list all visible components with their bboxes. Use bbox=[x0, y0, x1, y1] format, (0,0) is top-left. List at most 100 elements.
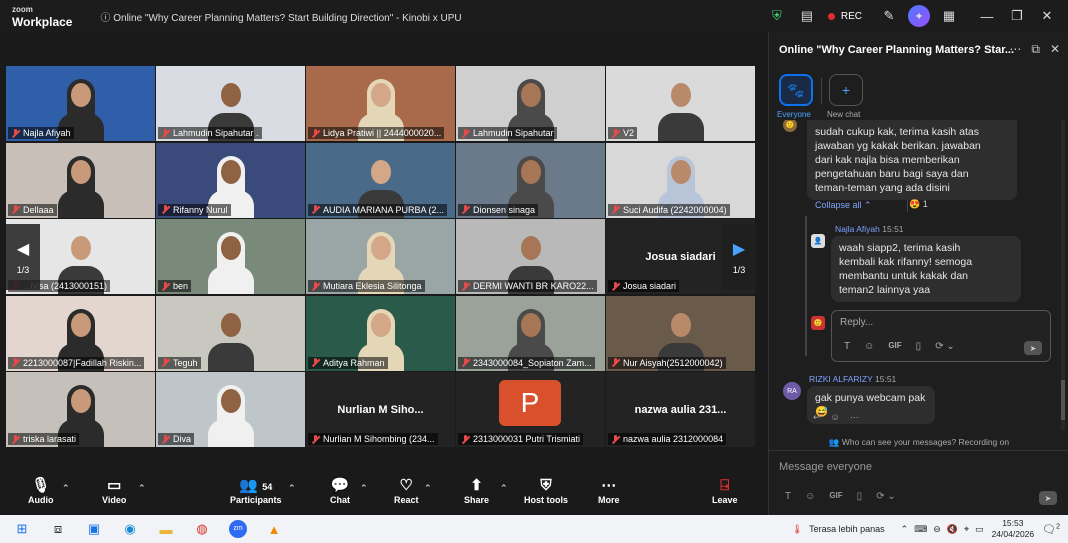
leave-button[interactable]: ⍈ Leave bbox=[712, 477, 738, 505]
participant-tile[interactable]: V2 bbox=[606, 66, 755, 141]
participant-tile[interactable]: Najla Afiyah bbox=[6, 66, 155, 141]
reply-input[interactable]: Reply... bbox=[840, 317, 873, 328]
participant-tile[interactable]: DERMI WANTI BR KARO22... bbox=[456, 219, 605, 294]
participant-tile[interactable]: Suci Audifa (2242000004) bbox=[606, 142, 755, 218]
annotate-icon[interactable]: ✎ bbox=[874, 4, 904, 28]
file-explorer-icon[interactable]: ▬ bbox=[152, 518, 180, 540]
participant-tile[interactable]: AUDIA MARIANA PURBA (2... bbox=[306, 142, 455, 218]
start-icon[interactable]: ⊞ bbox=[8, 518, 36, 540]
react-options-caret[interactable]: ⌃ bbox=[424, 483, 432, 494]
pop-out-icon[interactable]: ⧉ bbox=[1031, 42, 1040, 57]
tab-everyone[interactable]: 🐾 bbox=[779, 74, 813, 106]
restore-icon[interactable]: ❐ bbox=[1002, 4, 1032, 28]
collapse-all-link[interactable]: Collapse all ⌃ bbox=[815, 200, 872, 211]
more-icon[interactable]: ⋯ bbox=[850, 412, 859, 423]
close-icon[interactable]: ✕ bbox=[1032, 4, 1062, 28]
location-icon[interactable]: ⌖ bbox=[964, 524, 969, 535]
participant-tile[interactable]: P 2313000031 Putri Trismiati bbox=[456, 372, 605, 447]
weather-text[interactable]: Terasa lebih panas bbox=[809, 524, 885, 534]
file-icon[interactable]: ▯ bbox=[857, 491, 863, 502]
react-button[interactable]: ♡ React bbox=[394, 477, 419, 505]
battery-icon[interactable]: ▭ bbox=[975, 524, 984, 535]
notes-icon[interactable]: ▤ bbox=[792, 4, 822, 28]
participant-tile[interactable]: Nur Aisyah(2512000042) bbox=[606, 295, 755, 371]
vlc-icon[interactable]: ▲ bbox=[260, 518, 288, 540]
msg1-line: pengetahuan baru bagi saya dan bbox=[815, 168, 969, 180]
video-options-caret[interactable]: ⌃ bbox=[138, 483, 146, 494]
recording-indicator[interactable]: REC bbox=[827, 11, 862, 22]
apps-icon[interactable]: ▦ bbox=[934, 4, 964, 28]
send-reply-button[interactable]: ➤ bbox=[1024, 341, 1042, 355]
more-options-icon[interactable]: ⋯ bbox=[1009, 42, 1021, 57]
audio-button[interactable]: 🎙 Audio bbox=[28, 477, 54, 505]
participant-tile[interactable]: Teguh bbox=[156, 295, 305, 371]
participant-tile[interactable]: Lahmudin Sipahutar bbox=[456, 66, 605, 141]
participant-tile[interactable]: Mutiara Eklesia Silitonga bbox=[306, 219, 455, 294]
chat-panel-title: Online "Why Career Planning Matters? Sta… bbox=[779, 44, 1015, 56]
share-options-caret[interactable]: ⌃ bbox=[500, 483, 508, 494]
participant-tile[interactable]: ben bbox=[156, 219, 305, 294]
participant-tile[interactable]: Dellaaa bbox=[6, 142, 155, 218]
participant-tile[interactable]: Lidya Pratiwi || 2444000020... bbox=[306, 66, 455, 141]
chat-message-rifanny[interactable]: sudah cukup kak, terima kasih atas jawab… bbox=[807, 120, 1017, 200]
participant-tile[interactable]: Nurlian M Siho... Nurlian M Sihombing (23… bbox=[306, 372, 455, 447]
participant-tile[interactable]: triska larasati bbox=[6, 372, 155, 447]
participant-tile[interactable]: nazwa aulia 231... nazwa aulia 2312000084 bbox=[606, 372, 755, 447]
close-chat-icon[interactable]: ✕ bbox=[1050, 42, 1060, 57]
message-input[interactable]: Message everyone bbox=[779, 461, 872, 473]
emoji-icon[interactable]: ☺ bbox=[805, 491, 815, 502]
task-view-icon[interactable]: ⧈ bbox=[44, 518, 72, 540]
edge-icon[interactable]: ◉ bbox=[116, 518, 144, 540]
video-button[interactable]: ▭ Video bbox=[102, 477, 126, 505]
screenshot-icon[interactable]: ⟳ ⌄ bbox=[935, 341, 955, 352]
chat-message-najla[interactable]: waah siapp2, terima kasih kembali kak ri… bbox=[831, 236, 1021, 302]
meeting-title[interactable]: ⓘ Online "Why Career Planning Matters? S… bbox=[100, 9, 461, 24]
network-icon[interactable]: ⌨ bbox=[914, 524, 927, 535]
participant-name-label: Dellaaa bbox=[8, 203, 57, 216]
minimize-icon[interactable]: — bbox=[972, 4, 1002, 28]
chat-button[interactable]: 💬 Chat bbox=[330, 477, 350, 505]
weather-icon[interactable]: 🌡 bbox=[792, 524, 803, 535]
file-icon[interactable]: ▯ bbox=[916, 341, 922, 352]
chrome-icon[interactable]: ◍ bbox=[188, 518, 216, 540]
participant-tile[interactable]: Dionsen sinaga bbox=[456, 142, 605, 218]
text-format-icon[interactable]: T bbox=[785, 491, 791, 502]
screenshot-icon[interactable]: ⟳ ⌄ bbox=[876, 491, 896, 502]
send-message-button[interactable]: ➤ bbox=[1039, 491, 1057, 505]
tab-new-chat[interactable]: + bbox=[829, 74, 863, 106]
gallery-next-page[interactable]: ▶ 1/3 bbox=[722, 224, 756, 290]
reply-box[interactable]: Reply... T ☺ GIF ▯ ⟳ ⌄ ➤ bbox=[831, 310, 1051, 362]
participant-tile[interactable]: 2213000087|Fadillah Riskin... bbox=[6, 295, 155, 371]
chat-visibility-notice[interactable]: 👥 Who can see your messages? Recording o… bbox=[769, 437, 1068, 448]
reaction-badge[interactable]: 😍 1 bbox=[909, 199, 928, 210]
zoom-taskbar-icon[interactable]: zm bbox=[224, 518, 252, 540]
participant-tile[interactable]: 2343000084_Sopiaton Zam... bbox=[456, 295, 605, 371]
host-tools-button[interactable]: ⛨ Host tools bbox=[524, 477, 568, 505]
ai-companion-icon[interactable]: ✦ bbox=[904, 4, 934, 28]
system-clock[interactable]: 15:53 24/04/2026 bbox=[992, 518, 1035, 540]
text-format-icon[interactable]: T bbox=[844, 341, 850, 352]
emoji-icon[interactable]: ☺ bbox=[864, 341, 874, 352]
gif-icon[interactable]: GIF bbox=[888, 341, 901, 352]
participant-tile[interactable]: Lahmudin Sipahutar . bbox=[156, 66, 305, 141]
mute-icon[interactable]: 🔇 bbox=[947, 524, 958, 535]
share-button[interactable]: ⬆ Share bbox=[464, 477, 489, 505]
participants-options-caret[interactable]: ⌃ bbox=[288, 483, 296, 494]
notifications-icon[interactable]: 🗨2 bbox=[1042, 523, 1060, 536]
more-button[interactable]: ⋯ More bbox=[598, 477, 620, 505]
store-icon[interactable]: ▣ bbox=[80, 518, 108, 540]
participant-tile[interactable]: Rifanny Nurul bbox=[156, 142, 305, 218]
vpn-icon[interactable]: ⊖ bbox=[933, 524, 941, 535]
add-reaction-icon[interactable]: ☺ bbox=[831, 412, 840, 423]
participant-tile[interactable]: Diva bbox=[156, 372, 305, 447]
chat-scrollbar[interactable] bbox=[1061, 120, 1065, 430]
chat-options-caret[interactable]: ⌃ bbox=[360, 483, 368, 494]
gallery-prev-page[interactable]: ◀ 1/3 bbox=[6, 224, 40, 290]
shield-icon[interactable]: ⛨ bbox=[762, 4, 792, 28]
audio-options-caret[interactable]: ⌃ bbox=[62, 483, 70, 494]
reply-icon[interactable]: ↩ bbox=[813, 412, 821, 423]
participant-tile[interactable]: Aditya Rahman bbox=[306, 295, 455, 371]
participants-button[interactable]: 👥 54 Participants bbox=[230, 477, 282, 505]
tray-chevron-icon[interactable]: ⌃ bbox=[901, 524, 909, 535]
gif-icon[interactable]: GIF bbox=[829, 491, 842, 502]
